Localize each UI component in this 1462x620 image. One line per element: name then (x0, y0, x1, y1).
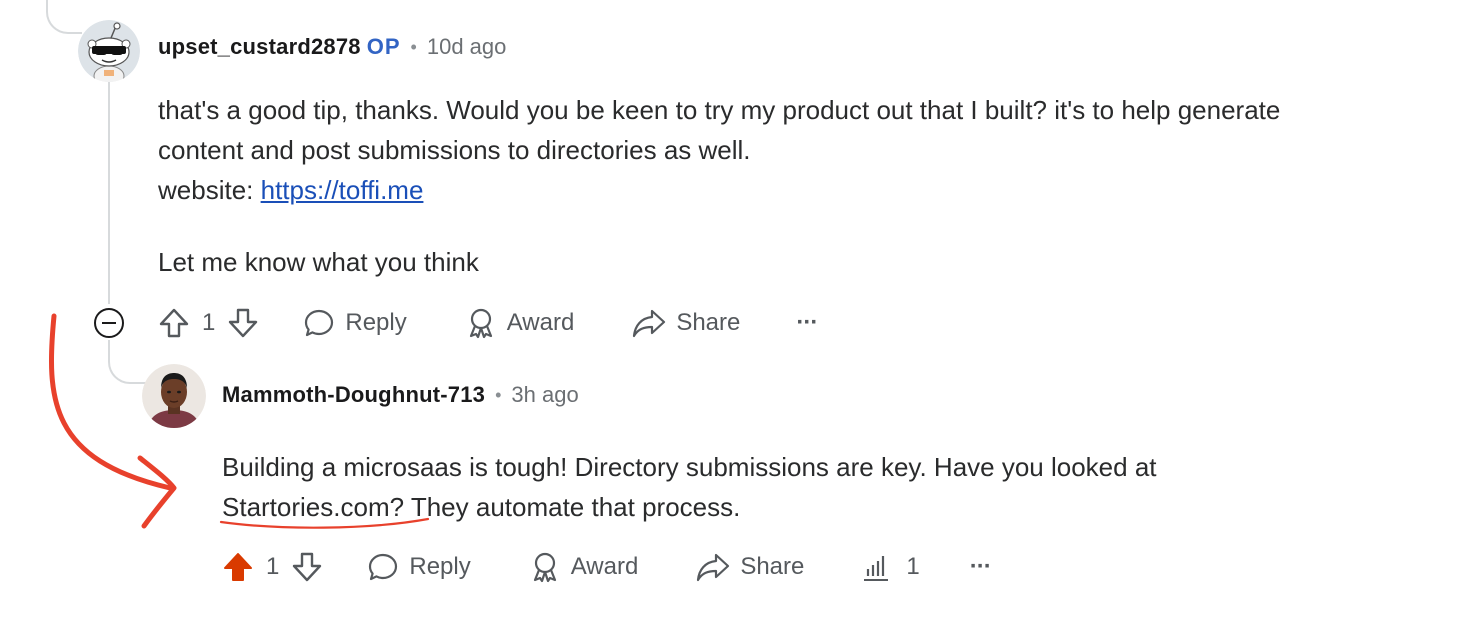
comment-meta: upset_custard2878 OP • 10d ago (158, 32, 506, 62)
share-button[interactable]: Share (632, 307, 740, 339)
downvote-button[interactable] (227, 307, 259, 339)
op-badge: OP (366, 34, 401, 59)
comment-body: Building a microsaas is tough! Directory… (222, 447, 1442, 527)
upvote-button[interactable] (222, 551, 254, 583)
annotation-arrow-icon (48, 313, 177, 529)
comment-meta: Mammoth-Doughnut-713 • 3h ago (222, 380, 579, 410)
comment-bubble-icon (305, 309, 334, 337)
timestamp[interactable]: 3h ago (511, 382, 578, 408)
reply-label: Reply (409, 553, 471, 580)
comment-body: that's a good tip, thanks. Would you be … (158, 90, 1448, 282)
separator-dot: • (495, 384, 502, 405)
annotation-underline (219, 517, 430, 529)
award-icon (469, 308, 492, 339)
more-options-button[interactable]: ··· (969, 553, 992, 581)
share-icon (697, 553, 730, 582)
insights-button[interactable]: 1 (860, 551, 920, 583)
username[interactable]: Mammoth-Doughnut-713 (222, 382, 485, 408)
comment-actions: 1 Reply Award Share 1 ··· (222, 548, 992, 586)
website-prefix: website: (158, 175, 261, 205)
website-link[interactable]: https://toffi.me (261, 175, 424, 205)
more-icon: ··· (969, 553, 992, 580)
timestamp[interactable]: 10d ago (427, 34, 507, 60)
vote-count: 1 (266, 553, 280, 580)
comment-line: Building a microsaas is tough! Directory… (222, 452, 1157, 482)
comment-line: website: https://toffi.me (158, 170, 1448, 210)
comment-line-rest: They automate that process. (404, 492, 741, 522)
reply-button[interactable]: Reply (367, 551, 471, 583)
award-label: Award (506, 309, 575, 336)
award-icon (533, 552, 556, 583)
comment-line: content and post submissions to director… (158, 135, 751, 165)
downvote-icon (293, 552, 322, 582)
downvote-icon (229, 308, 258, 338)
vote-count: 1 (202, 309, 216, 336)
award-label: Award (570, 553, 639, 580)
thread-curve-top (46, 0, 82, 34)
reply-label: Reply (345, 309, 407, 336)
username[interactable]: upset_custard2878 (158, 34, 361, 60)
award-button[interactable]: Award (465, 307, 575, 339)
comment-bubble-icon (369, 553, 398, 581)
bar-chart-icon (864, 556, 889, 581)
share-label: Share (740, 553, 805, 580)
comment-line: Let me know what you think (158, 247, 479, 277)
avatar[interactable] (78, 20, 140, 82)
thread-line-comment1 (108, 82, 110, 304)
downvote-button[interactable] (291, 551, 323, 583)
reply-button[interactable]: Reply (303, 307, 407, 339)
share-label: Share (676, 309, 741, 336)
share-button[interactable]: Share (696, 551, 804, 583)
more-icon: ··· (796, 309, 818, 336)
more-options-button[interactable]: ··· (796, 309, 818, 337)
comment-actions: 1 Reply Award Share ··· (158, 304, 818, 342)
insights-count: 1 (906, 553, 920, 580)
comment-line: that's a good tip, thanks. Would you be … (158, 95, 1281, 125)
separator-dot: • (410, 36, 417, 57)
snoo-avatar-icon (78, 20, 140, 82)
upvote-filled-icon (224, 553, 252, 581)
award-button[interactable]: Award (529, 551, 639, 583)
share-icon (633, 309, 666, 338)
